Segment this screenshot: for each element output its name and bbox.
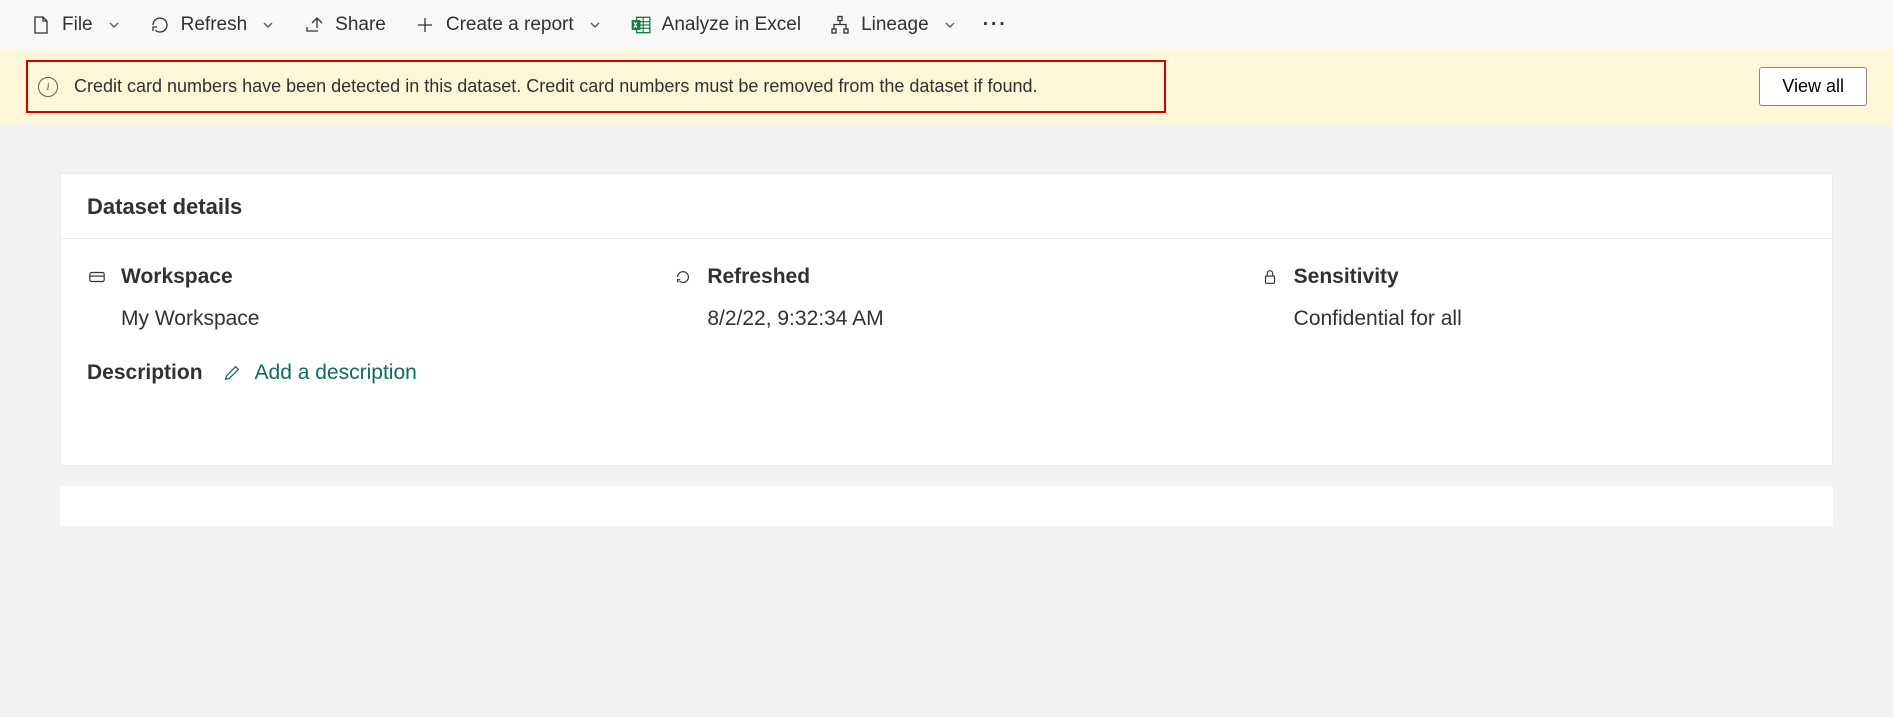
chevron-down-icon [943,18,957,32]
refreshed-label: Refreshed [707,265,810,289]
details-grid: Workspace My Workspace Refreshed 8/2/22,… [61,239,1832,341]
more-options-button[interactable]: ··· [975,14,1016,36]
toolbar: File Refresh Share Create a report [0,0,1893,50]
sensitivity-value: Confidential for all [1260,307,1806,331]
create-report-button[interactable]: Create a report [404,8,612,42]
chevron-down-icon [261,18,275,32]
notification-bar: i Credit card numbers have been detected… [0,50,1893,123]
share-label: Share [335,14,386,36]
card-title: Dataset details [61,174,1832,239]
plus-icon [414,14,436,36]
create-report-label: Create a report [446,14,574,36]
view-all-button[interactable]: View all [1759,67,1867,106]
add-description-link[interactable]: Add a description [223,361,417,385]
refresh-button[interactable]: Refresh [139,8,286,42]
chevron-down-icon [107,18,121,32]
analyze-excel-label: Analyze in Excel [662,14,801,36]
refreshed-field: Refreshed 8/2/22, 9:32:34 AM [673,265,1219,331]
refreshed-icon [673,267,693,287]
lineage-button[interactable]: Lineage [819,8,967,42]
add-description-text: Add a description [255,361,417,385]
sensitivity-field: Sensitivity Confidential for all [1260,265,1806,331]
file-icon [30,14,52,36]
description-label: Description [87,361,203,385]
description-row: Description Add a description [61,341,1832,465]
dataset-details-card: Dataset details Workspace My Workspace [60,173,1833,466]
notification-message-box: i Credit card numbers have been detected… [26,60,1166,113]
analyze-excel-button[interactable]: Analyze in Excel [620,8,811,42]
workspace-field: Workspace My Workspace [87,265,633,331]
file-label: File [62,14,93,36]
share-icon [303,14,325,36]
more-icon: ··· [983,14,1008,36]
refresh-label: Refresh [181,14,248,36]
info-icon: i [38,77,58,97]
sensitivity-label: Sensitivity [1294,265,1399,289]
next-card-placeholder [60,486,1833,526]
workspace-label: Workspace [121,265,233,289]
pencil-icon [223,364,241,382]
share-button[interactable]: Share [293,8,396,42]
content-area: Dataset details Workspace My Workspace [0,123,1893,546]
chevron-down-icon [588,18,602,32]
workspace-value: My Workspace [87,307,633,331]
file-menu[interactable]: File [20,8,131,42]
refreshed-value: 8/2/22, 9:32:34 AM [673,307,1219,331]
lineage-label: Lineage [861,14,929,36]
lineage-icon [829,14,851,36]
notification-message: Credit card numbers have been detected i… [74,76,1038,97]
workspace-icon [87,267,107,287]
sensitivity-icon [1260,267,1280,287]
refresh-icon [149,14,171,36]
excel-icon [630,14,652,36]
